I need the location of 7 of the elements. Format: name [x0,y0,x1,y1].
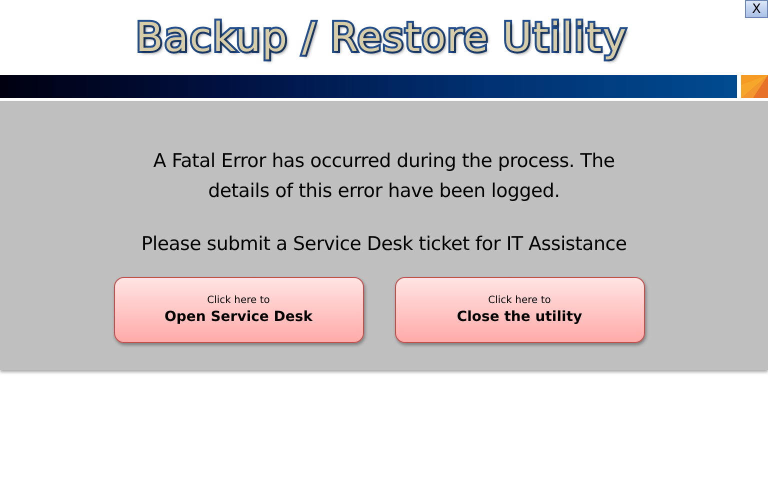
logo-icon [741,75,768,98]
open-service-desk-button[interactable]: Click here to Open Service Desk [114,277,364,343]
close-button[interactable]: X [745,0,768,18]
error-message: A Fatal Error has occurred during the process. The details of this error have been logged. [152,149,616,204]
close-utility-button[interactable]: Click here to Close the utility [394,277,644,343]
app-title: Backup / Restore Utility [136,14,628,60]
instruction-text: Please submit a Service Desk ticket for IT Assistance [140,232,628,257]
